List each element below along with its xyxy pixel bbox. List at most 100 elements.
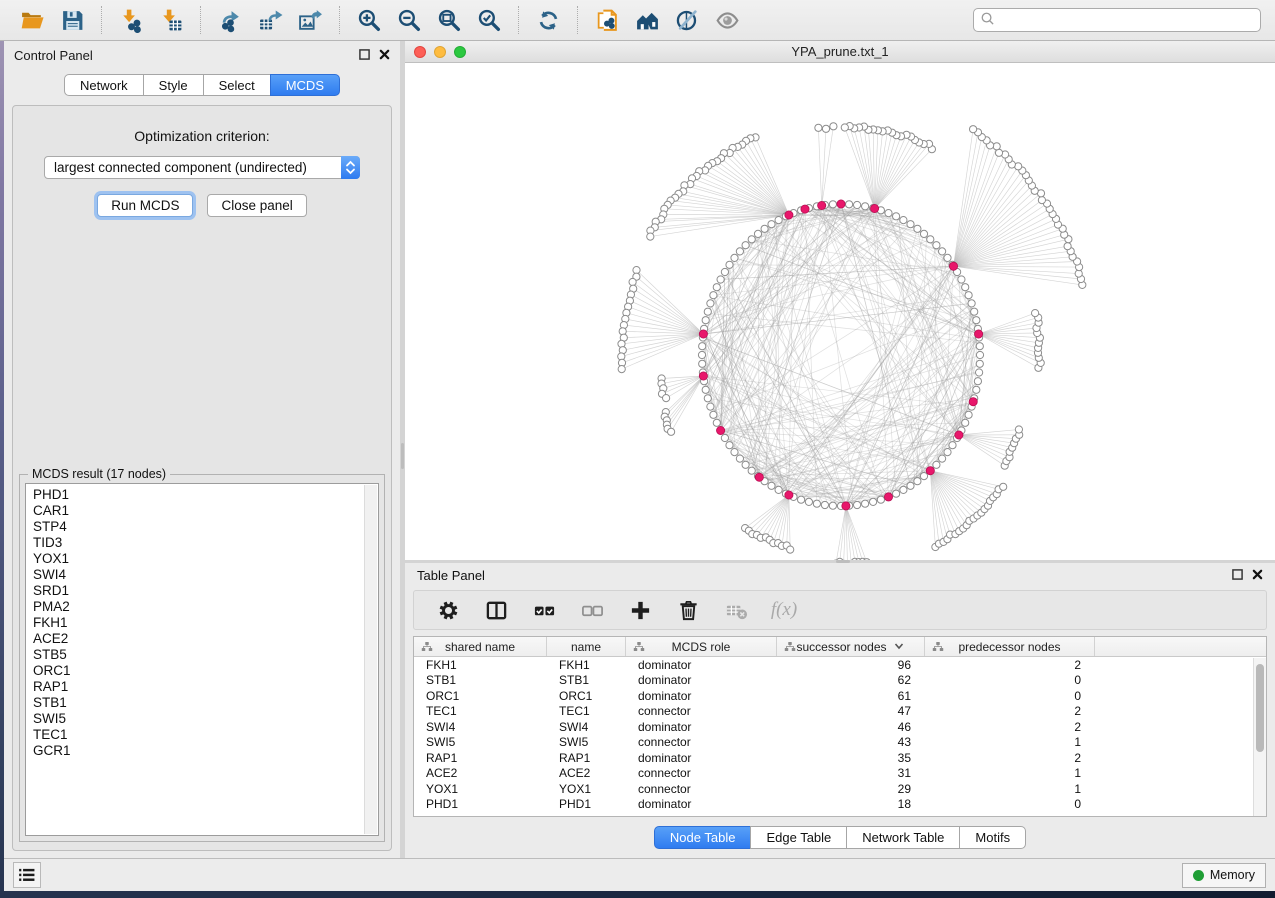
table-cell[interactable]: PHD1: [414, 797, 547, 811]
table-cell[interactable]: STB1: [547, 673, 626, 687]
network-window-titlebar[interactable]: YPA_prune.txt_1: [405, 41, 1275, 63]
table-cell[interactable]: YOX1: [547, 782, 626, 796]
table-cell[interactable]: STB1: [414, 673, 547, 687]
mcds-result-item[interactable]: ORC1: [26, 663, 378, 679]
table-scrollbar-thumb[interactable]: [1256, 664, 1264, 752]
task-history-button[interactable]: [13, 862, 41, 888]
table-cell[interactable]: YOX1: [414, 782, 547, 796]
float-icon[interactable]: [1232, 568, 1243, 583]
table-cell[interactable]: SWI4: [414, 720, 547, 734]
table-cell[interactable]: dominator: [626, 751, 777, 765]
import-network-icon[interactable]: [116, 5, 146, 35]
mcds-result-item[interactable]: CAR1: [26, 503, 378, 519]
table-cell[interactable]: 35: [777, 751, 925, 765]
import-table-icon[interactable]: [156, 5, 186, 35]
network-file-icon[interactable]: [592, 5, 622, 35]
table-cell[interactable]: 2: [925, 658, 1095, 672]
table-row[interactable]: SWI5SWI5connector431: [414, 735, 1266, 751]
table-cell[interactable]: 0: [925, 673, 1095, 687]
unselect-all-icon[interactable]: [580, 598, 604, 622]
table-cell[interactable]: 2: [925, 704, 1095, 718]
search-input[interactable]: [995, 13, 1260, 27]
table-cell[interactable]: 1: [925, 782, 1095, 796]
table-cell[interactable]: 18: [777, 797, 925, 811]
tab-network[interactable]: Network: [64, 74, 144, 96]
column-header-name[interactable]: name: [547, 637, 626, 656]
home-networks-icon[interactable]: [632, 5, 662, 35]
table-row[interactable]: STB1STB1dominator620: [414, 673, 1266, 689]
table-cell[interactable]: 61: [777, 689, 925, 703]
export-table-icon[interactable]: [255, 5, 285, 35]
table-tab-network-table[interactable]: Network Table: [846, 826, 960, 849]
tab-mcds[interactable]: MCDS: [270, 74, 340, 96]
column-header-MCDS-role[interactable]: MCDS role: [626, 637, 777, 656]
export-network-icon[interactable]: [215, 5, 245, 35]
table-cell[interactable]: 96: [777, 658, 925, 672]
memory-button[interactable]: Memory: [1182, 863, 1266, 888]
table-row[interactable]: SWI4SWI4dominator462: [414, 719, 1266, 735]
table-cell[interactable]: ACE2: [547, 766, 626, 780]
table-cell[interactable]: FKH1: [547, 658, 626, 672]
table-cell[interactable]: ACE2: [414, 766, 547, 780]
table-cell[interactable]: 1: [925, 766, 1095, 780]
table-cell[interactable]: 46: [777, 720, 925, 734]
run-mcds-button[interactable]: Run MCDS: [97, 194, 193, 217]
table-cell[interactable]: connector: [626, 735, 777, 749]
table-tab-motifs[interactable]: Motifs: [959, 826, 1026, 849]
table-cell[interactable]: connector: [626, 704, 777, 718]
mcds-result-item[interactable]: TEC1: [26, 727, 378, 743]
table-cell[interactable]: dominator: [626, 720, 777, 734]
table-cell[interactable]: connector: [626, 766, 777, 780]
close-icon[interactable]: [1252, 568, 1263, 583]
trash-icon[interactable]: [676, 598, 700, 622]
mcds-result-item[interactable]: STB1: [26, 695, 378, 711]
table-row[interactable]: PHD1PHD1dominator180: [414, 797, 1266, 813]
search-field[interactable]: [973, 8, 1261, 32]
table-cell[interactable]: TEC1: [547, 704, 626, 718]
table-cell[interactable]: dominator: [626, 658, 777, 672]
gear-icon[interactable]: [436, 598, 460, 622]
table-cell[interactable]: 31: [777, 766, 925, 780]
table-row[interactable]: RAP1RAP1dominator352: [414, 750, 1266, 766]
criterion-select[interactable]: largest connected component (undirected): [44, 156, 360, 179]
tab-style[interactable]: Style: [143, 74, 204, 96]
table-scrollbar[interactable]: [1253, 658, 1266, 816]
table-tab-node-table[interactable]: Node Table: [654, 826, 752, 849]
refresh-icon[interactable]: [533, 5, 563, 35]
save-icon[interactable]: [57, 5, 87, 35]
table-cell[interactable]: ORC1: [414, 689, 547, 703]
mcds-result-item[interactable]: RAP1: [26, 679, 378, 695]
column-header-successor-nodes[interactable]: successor nodes: [777, 637, 925, 656]
mcds-result-item[interactable]: PMA2: [26, 599, 378, 615]
table-cell[interactable]: PHD1: [547, 797, 626, 811]
table-cell[interactable]: 2: [925, 751, 1095, 765]
table-cell[interactable]: RAP1: [414, 751, 547, 765]
table-cell[interactable]: SWI5: [414, 735, 547, 749]
export-image-icon[interactable]: [295, 5, 325, 35]
vertical-splitter-handle[interactable]: [401, 443, 404, 469]
add-icon[interactable]: [628, 598, 652, 622]
close-panel-button[interactable]: Close panel: [207, 194, 306, 217]
table-cell[interactable]: 29: [777, 782, 925, 796]
mcds-result-item[interactable]: ACE2: [26, 631, 378, 647]
mcds-list-scrollbar[interactable]: [364, 485, 377, 834]
table-cell[interactable]: ORC1: [547, 689, 626, 703]
table-cell[interactable]: TEC1: [414, 704, 547, 718]
mcds-result-item[interactable]: GCR1: [26, 743, 378, 759]
network-graph[interactable]: [405, 63, 1275, 560]
mcds-result-item[interactable]: SWI4: [26, 567, 378, 583]
zoom-selected-icon[interactable]: [474, 5, 504, 35]
table-cell[interactable]: dominator: [626, 797, 777, 811]
column-header-predecessor-nodes[interactable]: predecessor nodes: [925, 637, 1095, 656]
mcds-result-item[interactable]: YOX1: [26, 551, 378, 567]
show-graphics-icon[interactable]: [712, 5, 742, 35]
tab-select[interactable]: Select: [203, 74, 271, 96]
table-cell[interactable]: 2: [925, 720, 1095, 734]
table-cell[interactable]: 0: [925, 797, 1095, 811]
zoom-in-icon[interactable]: [354, 5, 384, 35]
column-header-shared-name[interactable]: shared name: [414, 637, 547, 656]
table-row[interactable]: YOX1YOX1connector291: [414, 781, 1266, 797]
zoom-out-icon[interactable]: [394, 5, 424, 35]
zoom-fit-icon[interactable]: [434, 5, 464, 35]
table-row[interactable]: ACE2ACE2connector311: [414, 766, 1266, 782]
